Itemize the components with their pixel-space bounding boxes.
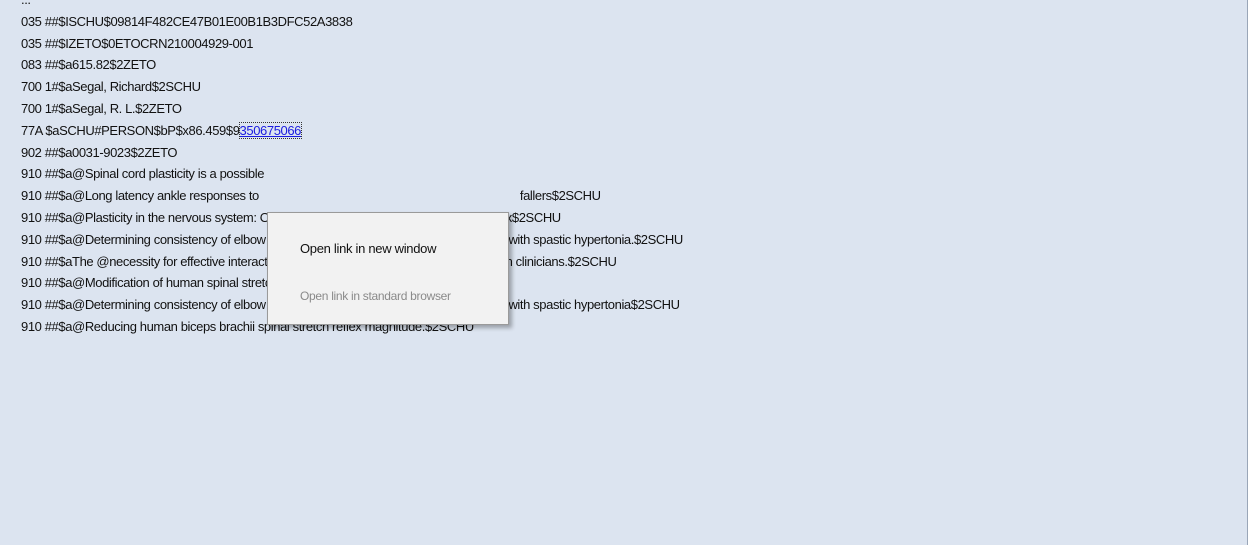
record-view: ... 035 ##$ISCHU$09814F482CE47B01E00B1B3…	[0, 0, 1248, 545]
record-line-tail: fallers$2SCHU	[519, 188, 601, 204]
record-line-prefix: 77A $aSCHU#PERSON$bP$x86.459$9	[21, 122, 240, 138]
record-link[interactable]: 350675066	[238, 121, 303, 139]
record-line: 700 1#$aSegal, R. L.$2ZETO	[21, 100, 182, 116]
record-line: 902 ##$a0031-9023$2ZETO	[21, 144, 178, 160]
record-line: 910 ##$a@Spinal cord plasticity is a pos…	[21, 166, 265, 182]
record-line: 035 ##$ISCHU$09814F482CE47B01E00B1B3DFC5…	[21, 13, 353, 29]
open-link-standard-browser-menu-item: Open link in standard browser	[300, 289, 451, 303]
context-menu: Open link in new window Open link in sta…	[267, 212, 509, 325]
record-line-with-link: 77A $aSCHU#PERSON$bP$x86.459$9350675066	[21, 120, 683, 142]
record-line: 035 ##$IZETO$0ETOCRN210004929-001	[21, 35, 254, 51]
record-line-text: 910 ##$a@Long latency ankle responses to	[21, 188, 259, 204]
record-line: ...	[21, 0, 683, 11]
open-link-new-window-menu-item[interactable]: Open link in new window	[300, 241, 436, 256]
record-line: 700 1#$aSegal, Richard$2SCHU	[21, 79, 201, 95]
record-line: 083 ##$a615.82$2ZETO	[21, 57, 156, 73]
record-line: 910 ##$a@Long latency ankle responses to…	[21, 185, 683, 207]
